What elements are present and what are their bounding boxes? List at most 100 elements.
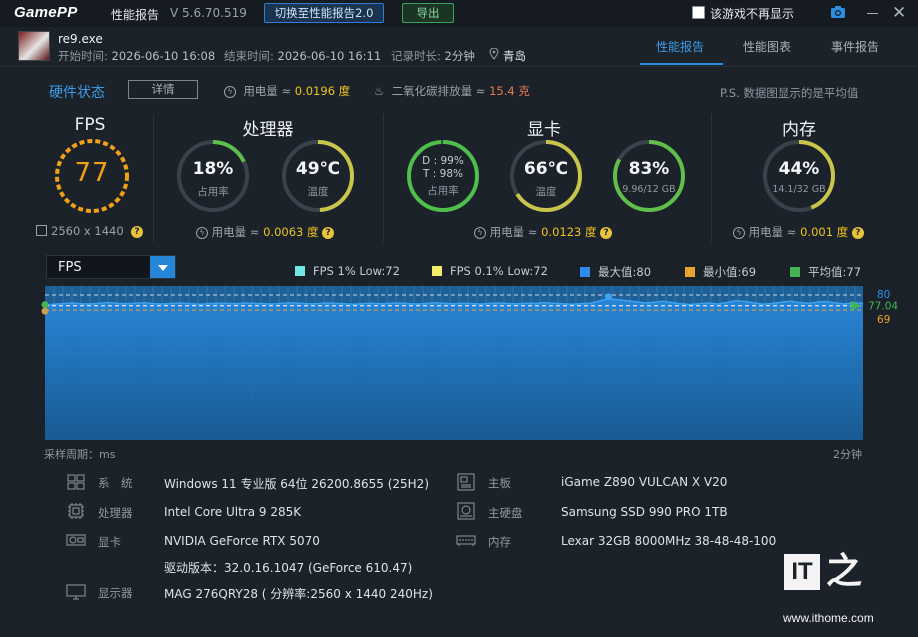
help-icon[interactable]: ? bbox=[851, 227, 864, 239]
gpu-panel-title: 显卡 bbox=[527, 120, 561, 140]
ithome-url: www.ithome.com bbox=[783, 611, 874, 625]
tab-performance-charts[interactable]: 性能图表 bbox=[743, 38, 791, 55]
gpu-icon bbox=[66, 534, 86, 546]
legend-swatch bbox=[432, 266, 442, 276]
fps-gauge: 77 bbox=[52, 136, 132, 216]
panel-divider bbox=[383, 114, 384, 242]
fps-panel-title: FPS bbox=[74, 115, 106, 135]
mem-panel-title: 内存 bbox=[782, 120, 816, 140]
legend-min: 最小值:69 bbox=[685, 264, 756, 280]
cpu-value: Intel Core Ultra 9 285K bbox=[164, 505, 302, 519]
power-icon: ϟ bbox=[224, 86, 236, 98]
panel-divider bbox=[153, 114, 154, 242]
motherboard-icon bbox=[457, 473, 475, 491]
help-icon[interactable]: ? bbox=[600, 227, 613, 239]
min-value-label: 69 bbox=[877, 314, 890, 326]
cpu-temp-label: 温度 bbox=[307, 186, 329, 198]
gamepp-logo: GamePP bbox=[14, 4, 78, 21]
avg-value-label: 77.04 bbox=[868, 301, 898, 313]
close-icon[interactable]: ✕ bbox=[892, 4, 906, 22]
legend-swatch bbox=[580, 267, 590, 277]
power-icon: ϟ bbox=[196, 227, 208, 239]
chevron-down-icon[interactable] bbox=[150, 256, 175, 278]
power-icon: ϟ bbox=[474, 227, 486, 239]
disk-label: 主硬盘 bbox=[488, 506, 523, 520]
monitor-icon bbox=[66, 584, 86, 600]
cpu-panel-title: 处理器 bbox=[242, 120, 294, 140]
detail-button[interactable]: 详情 bbox=[128, 80, 198, 99]
legend-avg: 平均值:77 bbox=[790, 264, 861, 280]
metric-select[interactable]: FPS bbox=[46, 255, 176, 279]
screen-icon bbox=[36, 225, 47, 236]
gpu-vram-sub: 9.96/12 GB bbox=[622, 184, 676, 195]
max-value-label: 80 bbox=[877, 289, 890, 301]
gpu-vram-value: 83% bbox=[628, 159, 670, 179]
cpu-icon bbox=[68, 503, 84, 519]
legend-fps-01pct-low: FPS 0.1% Low:72 bbox=[432, 264, 548, 278]
board-label: 主板 bbox=[488, 476, 511, 490]
resolution-label: 2560 x 1440 ? bbox=[36, 224, 143, 238]
co2-icon: ♨ bbox=[374, 84, 385, 98]
disk-icon bbox=[457, 502, 475, 520]
fps-chart: 8077.0469 bbox=[41, 286, 898, 440]
mem-usage-gauge: 44% 14.1/32 GB bbox=[761, 138, 837, 214]
ram-icon bbox=[456, 535, 476, 546]
tab-performance-report[interactable]: 性能报告 bbox=[656, 38, 704, 55]
start-time: 开始时间: 2026-06-10 16:08 bbox=[58, 49, 216, 63]
location-label: 青岛 bbox=[503, 49, 526, 63]
legend-max: 最大值:80 bbox=[580, 264, 651, 280]
windows-icon bbox=[67, 474, 85, 490]
gpu-temp-value: 66℃ bbox=[523, 159, 569, 179]
help-icon[interactable]: ? bbox=[130, 226, 143, 238]
end-time: 结束时间: 2026-06-10 16:11 bbox=[224, 49, 382, 63]
min-start-marker bbox=[41, 307, 49, 315]
minimize-icon[interactable] bbox=[867, 13, 878, 14]
hardware-status-title: 硬件状态 bbox=[49, 85, 105, 101]
panel-divider bbox=[711, 114, 712, 242]
legend-swatch bbox=[685, 267, 695, 277]
legend-fps-1pct-low: FPS 1% Low:72 bbox=[295, 264, 400, 278]
dont-show-checkbox[interactable] bbox=[692, 6, 705, 19]
board-value: iGame Z890 VULCAN X V20 bbox=[561, 475, 728, 489]
dont-show-label: 该游戏不再显示 bbox=[710, 7, 795, 21]
export-button[interactable]: 导出 bbox=[402, 3, 454, 23]
average-note: P.S. 数据图显示的是平均值 bbox=[720, 86, 859, 100]
cpu-temp-value: 49℃ bbox=[295, 159, 341, 179]
monitor-value: MAG 276QRY28 ( 分辨率:2560 x 1440 240Hz) bbox=[164, 587, 433, 601]
driver-value: 驱动版本：32.0.16.1047 (GeForce 610.47) bbox=[164, 561, 413, 575]
active-tab-indicator bbox=[640, 63, 723, 65]
disk-value: Samsung SSD 990 PRO 1TB bbox=[561, 505, 728, 519]
gpu-power: ϟ 用电量 ≈ 0.0123 度 ? bbox=[474, 224, 613, 240]
ithome-logo-char: 之 bbox=[826, 551, 863, 592]
switch-report-button[interactable]: 切换至性能报告2.0 bbox=[264, 3, 384, 23]
gpu-d-label: D : 99% bbox=[422, 155, 464, 167]
mem-usage-value: 44% bbox=[778, 159, 820, 179]
avg-start-marker bbox=[41, 301, 49, 309]
camera-icon[interactable] bbox=[830, 5, 846, 19]
os-label: 系 统 bbox=[98, 476, 133, 490]
fps-value: 77 bbox=[74, 158, 110, 188]
title-bar: GamePP 性能报告 V 5.6.70.519 切换至性能报告2.0 导出 该… bbox=[0, 0, 918, 27]
game-thumbnail bbox=[18, 31, 50, 61]
help-icon[interactable]: ? bbox=[322, 227, 335, 239]
game-name: re9.exe bbox=[58, 32, 103, 46]
mem-power: ϟ 用电量 ≈ 0.001 度 ? bbox=[733, 224, 864, 240]
ram-value: Lexar 32GB 8000MHz 38-48-48-100 bbox=[561, 534, 777, 548]
x-axis-label-left: 采样周期：ms bbox=[44, 448, 116, 461]
x-axis-label-right: 2分钟 bbox=[833, 448, 862, 461]
cpu-label: 处理器 bbox=[98, 506, 133, 520]
duration: 记录时长: 2分钟 bbox=[391, 49, 475, 63]
version-label: V 5.6.70.519 bbox=[170, 6, 247, 20]
cpu-usage-gauge: 18% 占用率 bbox=[175, 138, 251, 214]
cpu-usage-label: 占用率 bbox=[197, 186, 229, 198]
app-title: 性能报告 bbox=[111, 8, 160, 22]
gpu-usage-gauge: D : 99% T : 98% 占用率 bbox=[405, 138, 481, 214]
max-point-marker bbox=[605, 293, 613, 301]
gpu-temp-gauge: 66℃ 温度 bbox=[508, 138, 584, 214]
tab-event-report[interactable]: 事件报告 bbox=[831, 38, 879, 55]
cpu-temp-gauge: 49℃ 温度 bbox=[280, 138, 356, 214]
co2-emission: ♨ 二氧化碳排放量 ≈ 15.4 克 bbox=[374, 84, 530, 98]
gpu-t-label: T : 98% bbox=[423, 168, 463, 180]
gpu-vram-gauge: 83% 9.96/12 GB bbox=[611, 138, 687, 214]
ram-label: 内存 bbox=[488, 535, 511, 549]
